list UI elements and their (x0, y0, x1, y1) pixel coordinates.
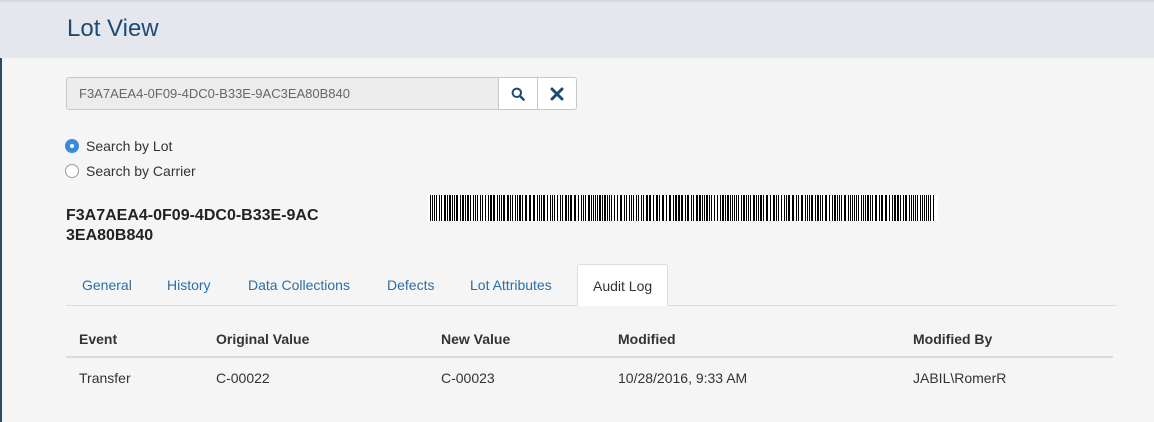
tab-audit-log[interactable]: Audit Log (577, 264, 669, 306)
cell-modified: 10/28/2016, 9:33 AM (618, 370, 748, 386)
table-header: Event Original Value New Value Modified … (66, 320, 1113, 358)
search-icon (511, 87, 525, 101)
left-edge-bar (0, 0, 2, 422)
tab-defects[interactable]: Defects (387, 264, 434, 306)
cell-original-value: C-00022 (216, 370, 270, 386)
page-header: Lot View (0, 0, 1154, 58)
cell-new-value: C-00023 (441, 370, 495, 386)
radio-button-checked[interactable] (65, 139, 79, 153)
search-button[interactable] (499, 77, 538, 110)
tab-general[interactable]: General (82, 264, 132, 306)
table-row[interactable]: Transfer C-00022 C-00023 10/28/2016, 9:3… (66, 358, 1113, 398)
radio-search-by-carrier[interactable]: Search by Carrier (65, 161, 196, 181)
tab-lot-attributes[interactable]: Lot Attributes (470, 264, 552, 306)
radio-label-lot: Search by Lot (86, 138, 173, 154)
tab-data-collections[interactable]: Data Collections (248, 264, 350, 306)
column-header-new-value[interactable]: New Value (441, 331, 510, 347)
page-title: Lot View (67, 15, 159, 42)
audit-log-table: Event Original Value New Value Modified … (66, 320, 1113, 398)
close-icon (550, 87, 564, 100)
column-header-modified[interactable]: Modified (618, 331, 676, 347)
radio-button-unchecked[interactable] (65, 164, 79, 178)
tab-history[interactable]: History (167, 264, 211, 306)
lot-id-heading: F3A7AEA4-0F09-4DC0-B33E-9AC3EA80B840 (66, 207, 319, 244)
search-input[interactable] (66, 77, 499, 110)
tab-bar: General History Data Collections Defects… (66, 264, 1117, 306)
radio-label-carrier: Search by Carrier (86, 163, 196, 179)
barcode-image (428, 195, 938, 221)
column-header-event[interactable]: Event (79, 331, 117, 347)
search-bar (66, 77, 577, 110)
cell-event: Transfer (79, 370, 131, 386)
cell-modified-by: JABIL\RomerR (913, 370, 1007, 386)
radio-search-by-lot[interactable]: Search by Lot (65, 136, 172, 156)
clear-button[interactable] (538, 77, 577, 110)
column-header-modified-by[interactable]: Modified By (913, 331, 992, 347)
column-header-original-value[interactable]: Original Value (216, 331, 309, 347)
